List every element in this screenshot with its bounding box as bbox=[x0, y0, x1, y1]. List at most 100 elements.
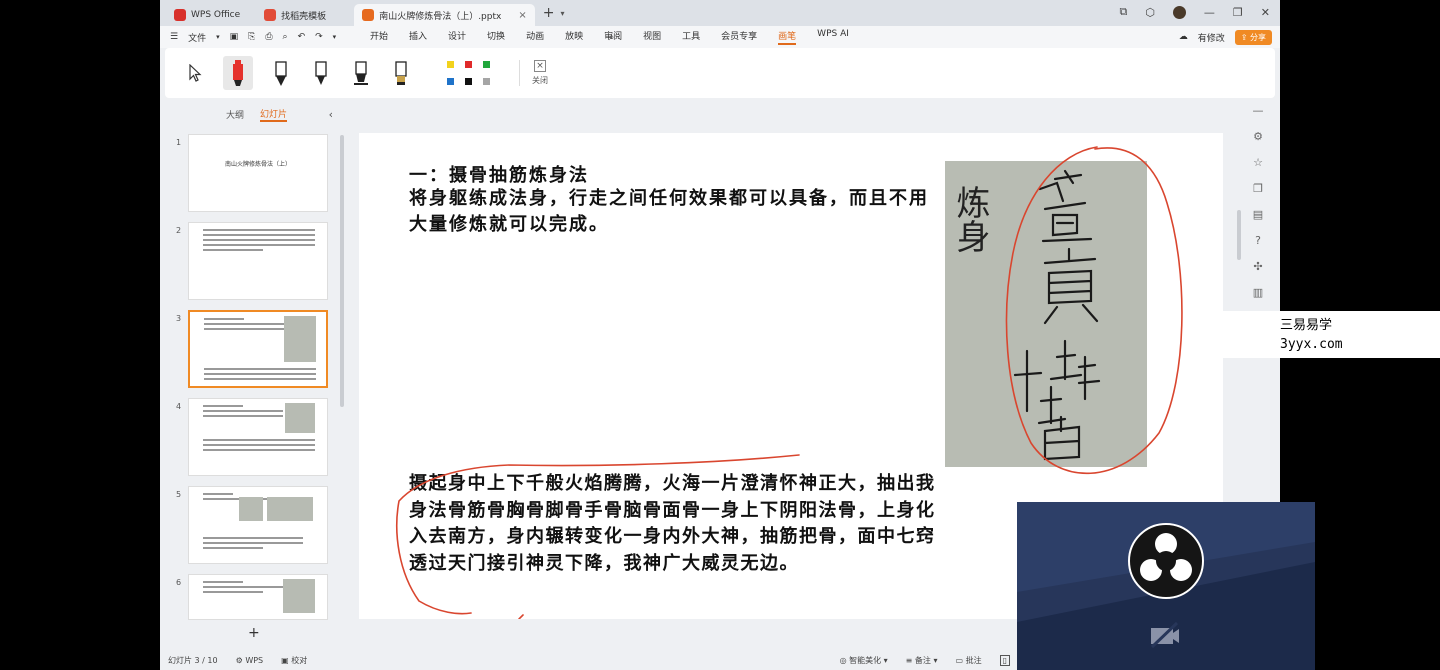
share-button[interactable]: ⇪ 分享 bbox=[1234, 29, 1272, 45]
tab-label: 找稻壳模板 bbox=[281, 11, 327, 22]
close-pen-button[interactable]: × 关闭 bbox=[519, 60, 548, 86]
color-swatch[interactable] bbox=[447, 61, 454, 68]
thumb-row[interactable]: 6 bbox=[160, 574, 340, 654]
comment-button[interactable]: ▭ 批注 bbox=[955, 655, 981, 666]
talisman-image[interactable]: 炼身 bbox=[945, 161, 1147, 467]
cloud-icon: ☁ bbox=[1178, 32, 1188, 42]
menu-item[interactable]: 会员专享 bbox=[721, 29, 757, 45]
thumb-row[interactable]: 3 bbox=[160, 310, 340, 390]
proof-button[interactable]: ▣ 校对 bbox=[281, 655, 307, 666]
close-label: 关闭 bbox=[532, 76, 548, 85]
chevron-left-icon[interactable]: ‹ bbox=[329, 108, 333, 121]
copy-icon[interactable]: ❐ bbox=[1253, 182, 1263, 195]
avatar[interactable] bbox=[1172, 5, 1186, 19]
smart-beautify-button[interactable]: ◎ 智能美化 ▾ bbox=[840, 655, 888, 666]
menu-item[interactable]: 放映 bbox=[565, 29, 583, 45]
quick-access: ☰ 文件 ▾ ▣ ⎘ ⎙ ⌕ ↶ ↷ ▾ bbox=[160, 31, 360, 44]
tab-wps-office[interactable]: WPS Office bbox=[166, 4, 248, 26]
menu-icon[interactable]: ☰ bbox=[170, 32, 178, 42]
chevron-down-icon[interactable]: ▾ bbox=[333, 33, 337, 41]
close-icon[interactable]: ✕ bbox=[1261, 6, 1270, 19]
tab-document[interactable]: 南山火牌修炼骨法（上）.pptx × bbox=[354, 4, 535, 26]
menu-item[interactable]: 工具 bbox=[682, 29, 700, 45]
close-tab-icon[interactable]: × bbox=[518, 10, 526, 21]
chevron-down-icon[interactable]: ▾ bbox=[216, 33, 220, 41]
color-swatch[interactable] bbox=[483, 61, 490, 68]
wps-status[interactable]: ⚙ WPS bbox=[236, 656, 264, 665]
main-scrollbar[interactable] bbox=[1237, 210, 1241, 260]
marker-red-icon[interactable] bbox=[223, 56, 253, 90]
menu-item[interactable]: 插入 bbox=[409, 29, 427, 45]
redo-icon[interactable]: ↷ bbox=[315, 32, 323, 42]
menu-item[interactable]: 切换 bbox=[487, 29, 505, 45]
preview-icon[interactable]: ⌕ bbox=[283, 32, 288, 42]
panel-tabs: 大纲 幻灯片 ‹ bbox=[160, 100, 345, 128]
close-icon: × bbox=[534, 60, 546, 72]
puzzle-icon[interactable]: ✣ bbox=[1253, 260, 1262, 273]
slide-paragraph-1[interactable]: 将身躯练成法身，行走之间任何效果都可以具备，而且不用大量修炼就可以完成。 bbox=[409, 186, 939, 238]
minimize-icon[interactable]: — bbox=[1204, 6, 1215, 19]
watermark-line-2: 3yyx.com bbox=[1280, 337, 1343, 352]
slide-thumb[interactable] bbox=[188, 574, 328, 620]
export-icon[interactable]: ⎘ bbox=[248, 32, 255, 42]
print-icon[interactable]: ⎙ bbox=[265, 32, 272, 42]
select-pointer-icon[interactable] bbox=[183, 56, 207, 90]
thumb-row[interactable]: 4 bbox=[160, 398, 340, 478]
menu-item[interactable]: 画笔 bbox=[778, 29, 797, 45]
tab-label: 南山火牌修炼骨法（上）.pptx bbox=[379, 11, 502, 22]
thumb-title: 南山火牌修炼骨法（上） bbox=[224, 161, 291, 168]
help-icon[interactable]: ? bbox=[1255, 234, 1261, 247]
save-icon[interactable]: ▣ bbox=[230, 32, 239, 42]
slide-thumb[interactable] bbox=[188, 222, 328, 300]
chevron-down-icon[interactable]: ▾ bbox=[560, 9, 564, 18]
menu-item[interactable]: 设计 bbox=[448, 29, 466, 45]
new-tab-icon[interactable]: + bbox=[543, 5, 555, 21]
tab-outline[interactable]: 大纲 bbox=[226, 108, 244, 121]
add-slide-icon[interactable]: + bbox=[248, 625, 260, 641]
normal-view-icon[interactable]: ▯ bbox=[999, 654, 1010, 666]
book-icon[interactable]: ▥ bbox=[1253, 286, 1263, 299]
menu-bar: ☰ 文件 ▾ ▣ ⎘ ⎙ ⌕ ↶ ↷ ▾ 开始 插入 设计 切换 动画 放映 审阅 视图 工具会… bbox=[160, 26, 1280, 48]
thumb-row[interactable]: 2 bbox=[160, 222, 340, 302]
fountain-pen-icon[interactable] bbox=[309, 56, 333, 90]
undo-icon[interactable]: ↶ bbox=[298, 32, 306, 42]
share-icon: ⇪ bbox=[1240, 32, 1250, 42]
slide-paragraph-2[interactable]: 摄起身中上下千般火焰腾腾，火海一片澄清怀神正大，抽出我身法骨筋骨胸骨脚骨手骨脑骨… bbox=[409, 471, 939, 577]
color-swatch[interactable] bbox=[465, 78, 472, 85]
comment-icon: ▭ bbox=[955, 655, 966, 665]
tab-templates[interactable]: 找稻壳模板 bbox=[256, 4, 334, 26]
menu-item[interactable]: WPS AI bbox=[817, 29, 849, 45]
slide-thumb[interactable] bbox=[188, 398, 328, 476]
search-icon[interactable]: ⌕ bbox=[609, 32, 615, 43]
slide-info: 幻灯片 3 / 10 bbox=[168, 655, 218, 665]
brush-pen-icon[interactable] bbox=[349, 56, 373, 90]
color-swatch[interactable] bbox=[447, 78, 454, 85]
menu-item[interactable]: 视图 bbox=[643, 29, 661, 45]
image-icon[interactable]: ▤ bbox=[1253, 208, 1263, 221]
file-menu[interactable]: 文件 bbox=[188, 31, 206, 44]
tab-slides[interactable]: 幻灯片 bbox=[260, 107, 288, 122]
restore-layout-icon[interactable]: ⧉ bbox=[1119, 5, 1127, 19]
slide-thumb-active[interactable] bbox=[188, 310, 328, 388]
minus-icon[interactable]: — bbox=[1253, 104, 1264, 117]
star-icon[interactable]: ☆ bbox=[1253, 156, 1263, 169]
panel-scrollbar[interactable] bbox=[340, 135, 344, 407]
menu-item[interactable]: 动画 bbox=[526, 29, 544, 45]
color-swatch[interactable] bbox=[483, 78, 490, 85]
thumb-row[interactable]: 5 bbox=[160, 486, 340, 566]
slide-title[interactable]: 一：摄骨抽筋炼身法 bbox=[409, 161, 589, 187]
settings-sliders-icon[interactable]: ⚙ bbox=[1253, 130, 1263, 143]
notes-button[interactable]: ≡ 备注 ▾ bbox=[906, 655, 938, 666]
menubar-right: ⌕ ☁ 有修改 ⇪ 分享 bbox=[609, 29, 1272, 45]
color-swatch[interactable] bbox=[465, 61, 472, 68]
thumb-row[interactable]: 1 南山火牌修炼骨法（上） bbox=[160, 134, 340, 214]
slide-thumb[interactable]: 南山火牌修炼骨法（上） bbox=[188, 134, 328, 212]
slide-thumb[interactable] bbox=[188, 486, 328, 564]
maximize-icon[interactable]: ❐ bbox=[1233, 6, 1243, 19]
cube-icon[interactable]: ⬡ bbox=[1145, 6, 1155, 19]
pen-icon[interactable] bbox=[269, 56, 293, 90]
edit-status[interactable]: 有修改 bbox=[1198, 31, 1225, 44]
camera-off-icon bbox=[1150, 621, 1179, 649]
menu-item[interactable]: 开始 bbox=[370, 29, 388, 45]
highlighter-icon[interactable] bbox=[389, 56, 413, 90]
